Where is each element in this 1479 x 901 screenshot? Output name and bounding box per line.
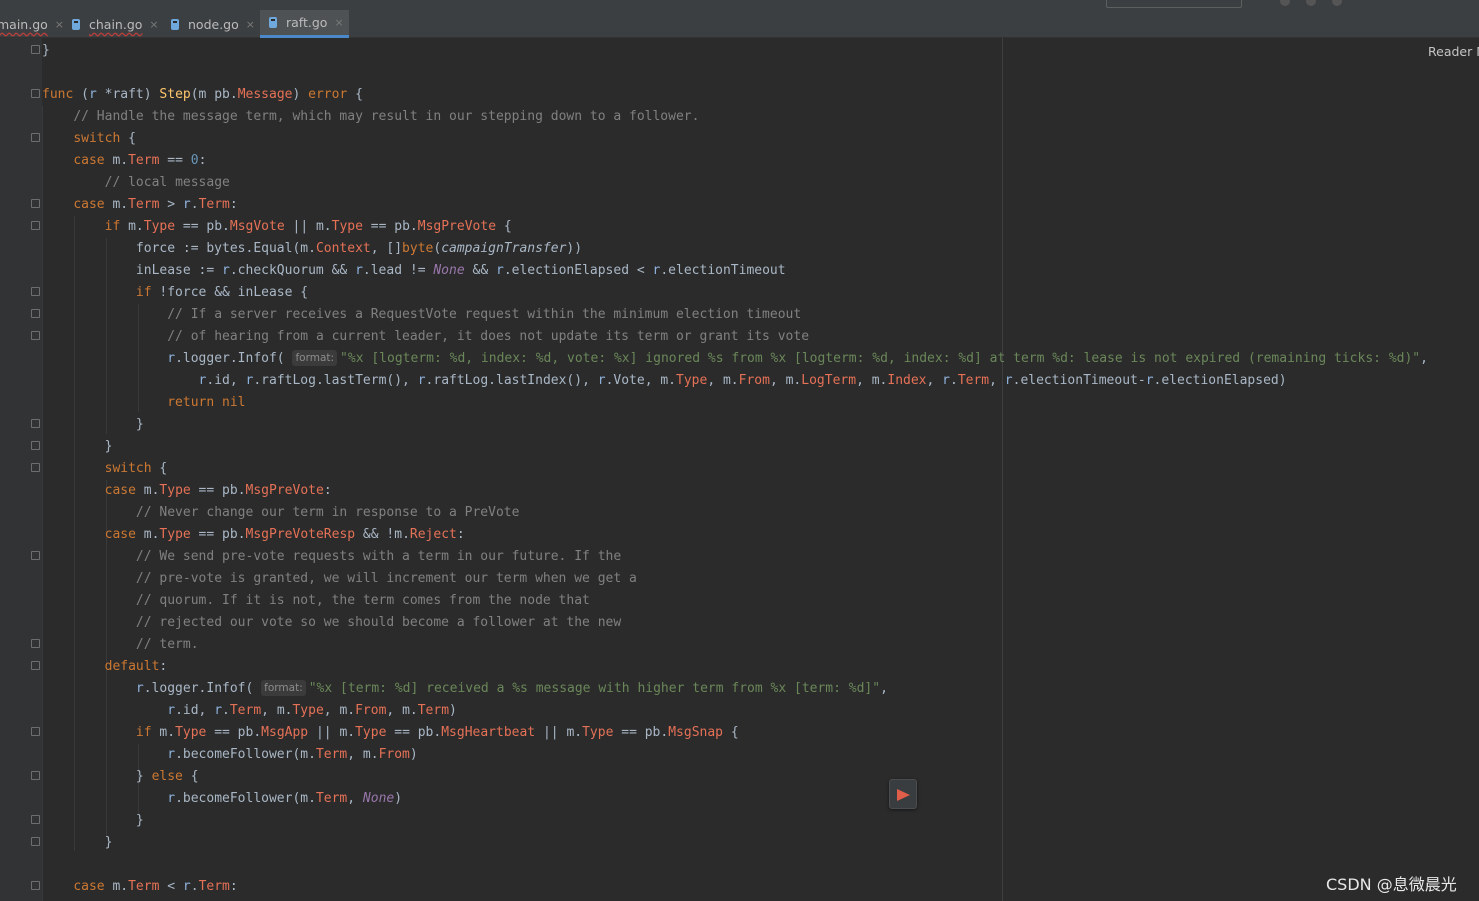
fold-marker-icon[interactable] (31, 309, 40, 318)
code-line: r.id, r.raftLog.lastTerm(), r.raftLog.la… (198, 373, 1287, 388)
close-icon[interactable]: × (149, 18, 158, 31)
code-line: inLease := r.checkQuorum && r.lead != No… (42, 263, 786, 278)
code-line: } (42, 439, 113, 454)
code-line: if m.Type == pb.MsgApp || m.Type == pb.M… (135, 725, 739, 740)
tab-chain-go[interactable]: chain.go × (64, 10, 161, 38)
tab-raft-go[interactable]: raft.go × (260, 10, 349, 38)
reader-mode-toggle[interactable]: Reader M (1428, 44, 1479, 59)
code-line: default: (104, 659, 168, 674)
code-line: } else { (42, 769, 199, 784)
code-line: // quorum. If it is not, the term comes … (135, 593, 590, 608)
code-line: case m.Term == 0: (73, 153, 207, 168)
code-line: } (42, 813, 144, 828)
go-file-icon (171, 18, 179, 30)
code-line: r.becomeFollower(m.Term, None) (167, 791, 403, 806)
code-line: switch { (73, 131, 136, 146)
fold-marker-icon[interactable] (31, 639, 40, 648)
code-line: if m.Type == pb.MsgVote || m.Type == pb.… (104, 219, 512, 234)
code-line: r.becomeFollower(m.Term, m.From) (167, 747, 418, 762)
tab-node-go[interactable]: node.go × (163, 10, 259, 38)
code-line: case m.Type == pb.MsgPreVote: (104, 483, 332, 498)
code-line: // term. (135, 637, 199, 652)
code-line: r.logger.Infof( format: "%x [logterm: %d,… (167, 350, 1428, 366)
fold-marker-icon[interactable] (31, 287, 40, 296)
fold-marker-icon[interactable] (31, 89, 40, 98)
code-line: // local message (104, 175, 230, 190)
play-arrow-icon (897, 789, 910, 801)
fold-marker-icon[interactable] (31, 45, 40, 54)
close-icon[interactable]: × (334, 16, 343, 29)
go-file-icon (269, 17, 277, 28)
code-line: // We send pre-vote requests with a term… (135, 549, 622, 564)
code-line: r.logger.Infof( format: "%x [term: %d] re… (135, 680, 888, 696)
code-line: // Never change our term in response to … (135, 505, 520, 520)
code-line: // pre-vote is granted, we will incremen… (135, 571, 637, 586)
fold-marker-icon[interactable] (31, 837, 40, 846)
code-line: // of hearing from a current leader, it … (167, 329, 810, 344)
code-line: return nil (167, 395, 246, 410)
fold-marker-icon[interactable] (31, 463, 40, 472)
jetbrains-toolbox-button[interactable] (889, 779, 917, 809)
fold-marker-icon[interactable] (31, 441, 40, 450)
go-file-icon (72, 18, 80, 30)
fold-marker-icon[interactable] (31, 221, 40, 230)
fold-marker-icon[interactable] (31, 661, 40, 670)
code-line: case m.Type == pb.MsgPreVoteResp && !m.R… (104, 527, 465, 542)
fold-marker-icon[interactable] (31, 331, 40, 340)
code-line: } (42, 417, 144, 432)
fold-marker-icon[interactable] (31, 551, 40, 560)
code-line: case m.Term > r.Term: (73, 197, 238, 212)
editor-tab-bar: main.go × chain.go × node.go × raft.go × (0, 10, 1479, 38)
code-line: } (42, 835, 113, 850)
run-icon[interactable] (1280, 0, 1290, 6)
debug-icon[interactable] (1306, 0, 1316, 6)
code-line: func (r *raft) Step(m pb.Message) error … (42, 87, 363, 102)
close-icon[interactable]: × (246, 18, 255, 31)
fold-marker-icon[interactable] (31, 133, 40, 142)
code-line: // If a server receives a RequestVote re… (167, 307, 802, 322)
tab-label: node.go (188, 16, 239, 32)
tab-main-go[interactable]: main.go × (0, 10, 64, 38)
fold-marker-icon[interactable] (31, 199, 40, 208)
watermark-text: CSDN @息微晨光 (1326, 875, 1457, 894)
code-line: case m.Term < r.Term: (73, 879, 238, 894)
code-line: r.id, r.Term, m.Type, m.From, m.Term) (167, 703, 457, 718)
editor-gutter[interactable] (0, 38, 42, 901)
code-line: force := bytes.Equal(m.Context, []byte(c… (42, 241, 583, 256)
add-configuration-button[interactable] (1106, 0, 1242, 8)
tab-label: raft.go (286, 15, 328, 30)
fold-marker-icon[interactable] (31, 881, 40, 890)
fold-marker-icon[interactable] (31, 771, 40, 780)
code-line: // rejected our vote so we should become… (135, 615, 622, 630)
fold-marker-icon[interactable] (31, 815, 40, 824)
fold-marker-icon[interactable] (31, 419, 40, 428)
tab-label: chain.go (89, 16, 143, 32)
code-line: if !force && inLease { (135, 285, 309, 300)
fold-marker-icon[interactable] (31, 727, 40, 736)
coverage-icon[interactable] (1332, 0, 1342, 6)
tab-label: main.go (0, 16, 48, 32)
code-line: switch { (104, 461, 168, 476)
close-icon[interactable]: × (55, 18, 64, 31)
code-line: } (42, 43, 50, 58)
main-toolbar (0, 0, 1479, 10)
code-line: // Handle the message term, which may re… (73, 109, 700, 124)
right-margin-guide (1002, 38, 1003, 901)
